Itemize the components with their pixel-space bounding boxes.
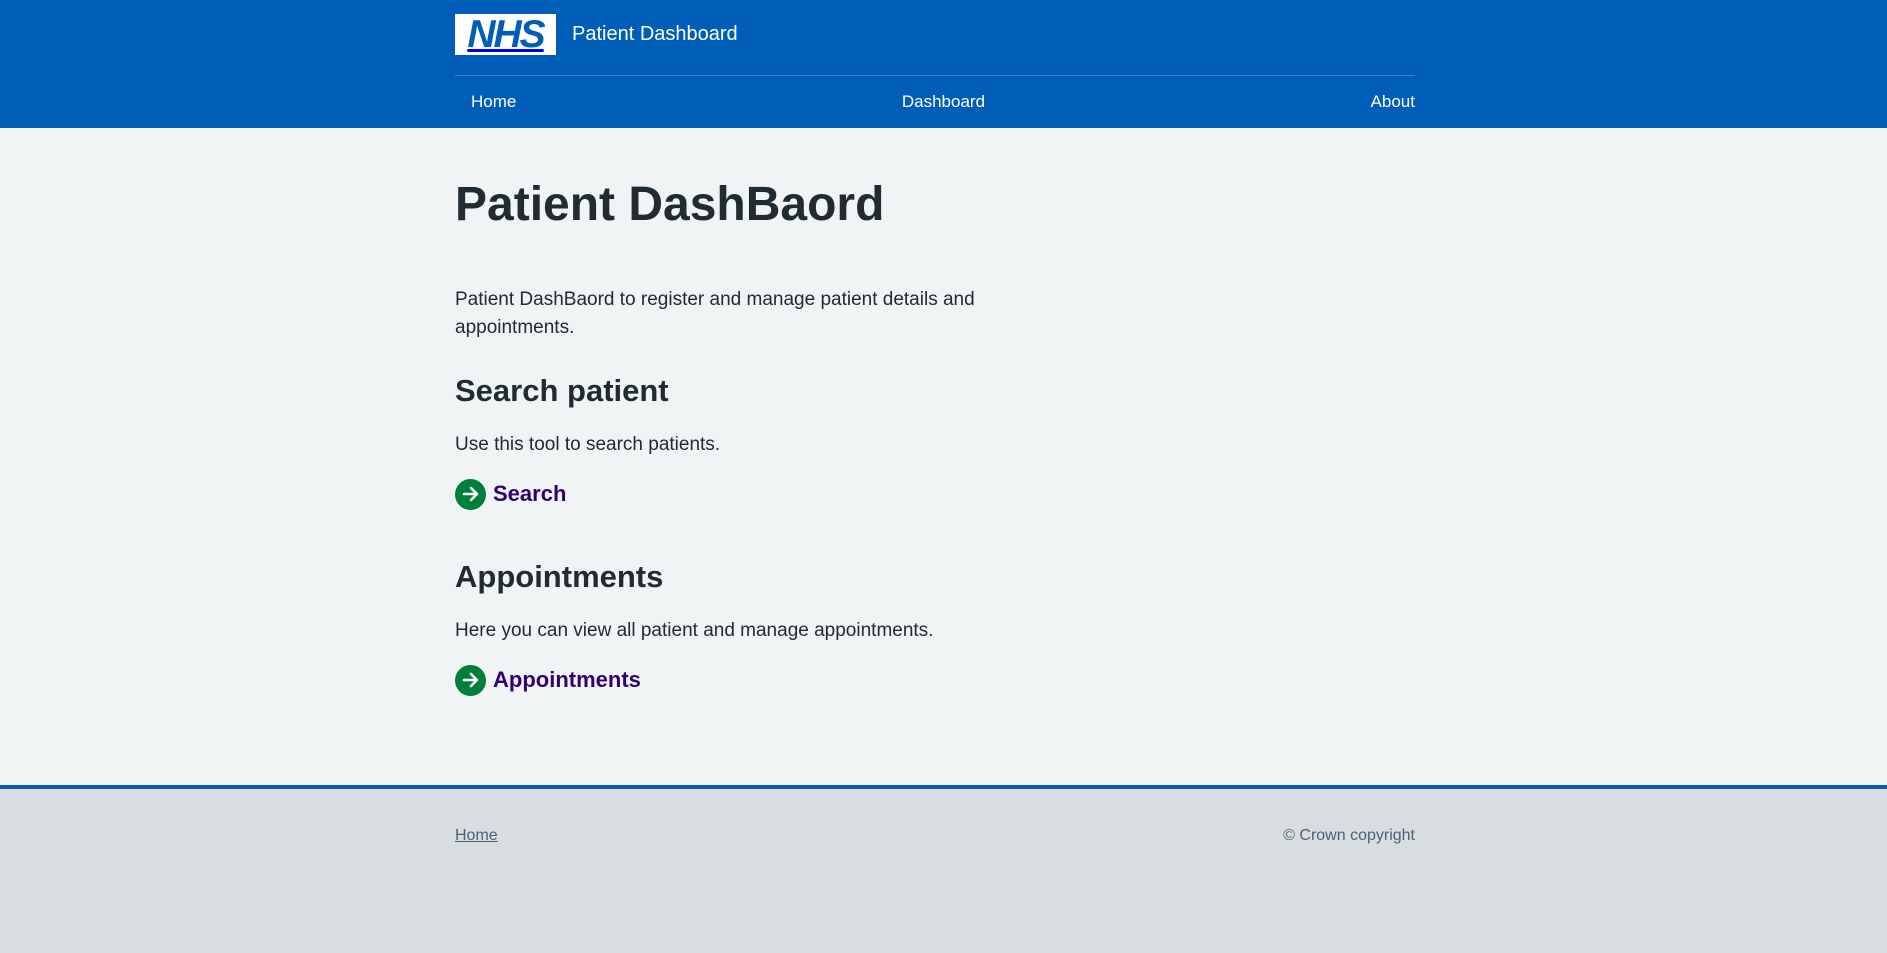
nhs-logo-text: NHS bbox=[467, 13, 545, 56]
main-content: Patient DashBaord Patient DashBaord to r… bbox=[0, 128, 1887, 785]
header-top: NHS Patient Dashboard bbox=[455, 0, 1415, 76]
arrow-right-circle-icon bbox=[455, 478, 486, 510]
service-name[interactable]: Patient Dashboard bbox=[572, 23, 738, 46]
primary-navigation: Home Dashboard About bbox=[455, 76, 1415, 127]
nav-item-dashboard[interactable]: Dashboard bbox=[886, 92, 1001, 112]
appointments-section: Appointments Here you can view all patie… bbox=[455, 558, 1415, 696]
search-patient-section: Search patient Use this tool to search p… bbox=[455, 372, 1415, 510]
appointments-action-link[interactable]: Appointments bbox=[455, 664, 1415, 696]
page-title: Patient DashBaord bbox=[455, 178, 885, 231]
site-header: NHS Patient Dashboard Home Dashboard Abo… bbox=[0, 0, 1887, 128]
nav-item-about[interactable]: About bbox=[1355, 92, 1415, 112]
nav-item-home[interactable]: Home bbox=[455, 92, 532, 112]
site-footer: Home © Crown copyright bbox=[0, 785, 1887, 953]
search-action-link[interactable]: Search bbox=[455, 478, 1415, 510]
nhs-logo[interactable]: NHS bbox=[455, 14, 556, 55]
lede-text: Patient DashBaord to register and manage… bbox=[455, 288, 975, 338]
appointments-action-label: Appointments bbox=[493, 667, 641, 693]
section-heading-search: Search patient bbox=[455, 372, 669, 408]
arrow-right-circle-icon bbox=[455, 664, 486, 696]
section-text-search: Use this tool to search patients. bbox=[455, 433, 721, 455]
section-heading-appointments: Appointments bbox=[455, 558, 664, 594]
search-action-label: Search bbox=[493, 481, 567, 507]
section-text-appointments: Here you can view all patient and manage… bbox=[455, 619, 934, 641]
footer-link-home[interactable]: Home bbox=[455, 827, 498, 845]
copyright-text: © Crown copyright bbox=[1283, 827, 1415, 844]
